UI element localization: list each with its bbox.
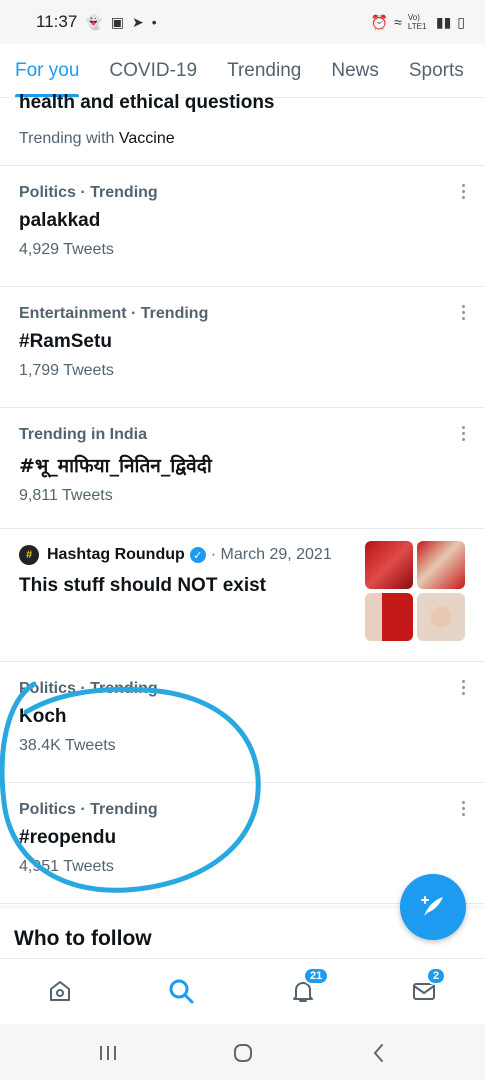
context-prefix: Trending with	[19, 130, 115, 147]
news-date: · March 29, 2021	[210, 546, 332, 563]
trend-name: #RamSetu	[19, 331, 112, 352]
more-options-icon[interactable]	[459, 680, 467, 695]
hashtag-roundup-avatar: #	[19, 545, 39, 565]
trend-count: 9,811 Tweets	[19, 487, 113, 504]
snapchat-icon: 👻	[85, 13, 103, 30]
trends-feed: health and ethical questions Trending wi…	[0, 92, 485, 904]
home-icon	[50, 981, 70, 1001]
home-tab[interactable]	[42, 973, 78, 1009]
recents-icon	[100, 1046, 116, 1060]
trend-meta: Entertainment · Trending	[19, 305, 209, 322]
messages-tab[interactable]: 2	[406, 967, 447, 1009]
dot-icon: •	[151, 14, 157, 30]
network-label: Vo) LTE1	[407, 13, 427, 31]
more-options-icon[interactable]	[459, 426, 467, 441]
battery-icon: ▯	[457, 13, 465, 30]
trend-title: health and ethical questions	[19, 92, 275, 113]
pillow-image	[365, 541, 413, 589]
trend-item[interactable]: Trending in India #भू_माफिया_नितिन_द्विव…	[0, 408, 485, 529]
more-options-icon[interactable]	[459, 305, 467, 320]
trend-name: #reopendu	[19, 827, 117, 848]
recent-apps-button[interactable]	[93, 1038, 123, 1068]
compose-tweet-button[interactable]	[400, 874, 466, 940]
status-bar: 11:37 👻 ▣ ➤ • ⏰ ≈ Vo) LTE1 ▮▮ ▯	[0, 0, 485, 44]
news-thumbnail	[365, 541, 465, 641]
context-topic: Vaccine	[118, 130, 175, 147]
clock: 11:37	[36, 12, 78, 31]
trend-count: 4,929 Tweets	[19, 241, 114, 258]
news-headline: This stuff should NOT exist	[19, 575, 267, 596]
trend-meta: Politics · Trending	[19, 680, 158, 697]
trend-count: 1,799 Tweets	[19, 362, 114, 379]
trend-item[interactable]: Politics · Trending Koch 38.4K Tweets	[0, 662, 485, 783]
search-tab[interactable]	[163, 973, 199, 1009]
image-icon: ▣	[110, 13, 124, 30]
more-options-icon[interactable]	[459, 801, 467, 816]
tab-covid-19[interactable]: COVID-19	[94, 44, 212, 97]
trend-count: 4,951 Tweets	[19, 858, 114, 875]
system-navigation-bar	[0, 1024, 485, 1080]
trend-name: #भू_माफिया_नितिन_द्विवेदी	[19, 455, 212, 477]
home-circle-icon	[234, 1044, 252, 1062]
alarm-icon: ⏰	[370, 13, 389, 30]
section-title: Who to follow	[14, 927, 152, 950]
more-options-icon[interactable]	[459, 184, 467, 199]
telegram-icon: ➤	[131, 13, 144, 30]
messages-badge: 2	[426, 967, 447, 985]
verified-badge-icon: ✓	[189, 547, 206, 563]
trend-name: palakkad	[19, 210, 101, 231]
compose-feather-icon	[421, 896, 443, 916]
back-button[interactable]	[364, 1038, 394, 1068]
tab-news[interactable]: News	[316, 44, 394, 97]
trend-count: 38.4K Tweets	[19, 737, 116, 754]
trend-meta: Politics · Trending	[19, 184, 158, 201]
trend-item-partial[interactable]: health and ethical questions Trending wi…	[0, 92, 485, 166]
trend-context: Trending with Vaccine	[19, 130, 175, 148]
notifications-badge: 21	[303, 967, 330, 985]
trend-meta: Trending in India	[19, 426, 147, 443]
home-button[interactable]	[228, 1038, 258, 1068]
news-item[interactable]: # Hashtag Roundup ✓ · March 29, 2021 Thi…	[0, 529, 485, 662]
signal-icon: ▮▮	[435, 13, 452, 30]
wifi-icon: ≈	[394, 14, 402, 30]
tab-trending[interactable]: Trending	[212, 44, 316, 97]
notifications-tab[interactable]: 21	[285, 967, 330, 1009]
pillow-image	[365, 593, 413, 641]
trend-meta: Politics · Trending	[19, 801, 158, 818]
back-chevron-icon	[373, 1044, 383, 1062]
explore-tabs: For you COVID-19 Trending News Sports	[0, 44, 485, 98]
search-icon	[169, 979, 194, 1004]
news-author: Hashtag Roundup	[47, 546, 185, 563]
trend-item[interactable]: Politics · Trending palakkad 4,929 Tweet…	[0, 166, 485, 287]
trend-item[interactable]: Entertainment · Trending #RamSetu 1,799 …	[0, 287, 485, 408]
system-icons: ⏰ ≈ Vo) LTE1 ▮▮ ▯	[371, 13, 465, 31]
trend-name: Koch	[19, 706, 67, 727]
tab-sports[interactable]: Sports	[394, 44, 479, 97]
tab-for-you[interactable]: For you	[0, 44, 94, 97]
pillow-image	[417, 593, 465, 641]
bottom-navigation: 21 2	[0, 958, 485, 1024]
pillow-image	[417, 541, 465, 589]
notification-icons: 👻 ▣ ➤ •	[85, 14, 156, 31]
